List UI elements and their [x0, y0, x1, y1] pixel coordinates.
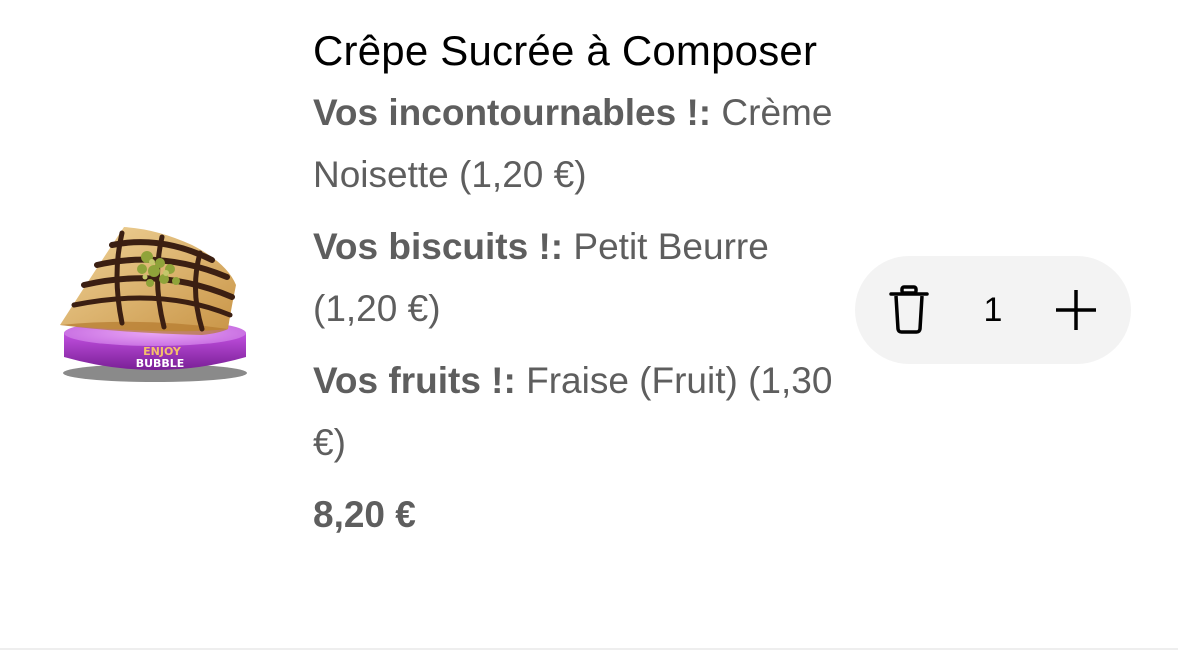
cart-item: ENJOY BUBBLE Crêpe Sucrée à Composer Vos…	[0, 0, 1178, 648]
item-title: Crêpe Sucrée à Composer	[313, 27, 818, 74]
item-divider	[0, 648, 1178, 650]
option-label: Vos incontournables !:	[313, 92, 712, 133]
quantity-stepper: 1	[855, 256, 1131, 364]
option-biscuits: Vos biscuits !: Petit Beurre (1,20 €)	[313, 216, 833, 340]
option-fruits: Vos fruits !: Fraise (Fruit) (1,30 €)	[313, 350, 833, 474]
option-label: Vos fruits !:	[313, 360, 516, 401]
item-details: Crêpe Sucrée à Composer Vos incontournab…	[313, 22, 833, 546]
item-price: 8,20 €	[313, 494, 416, 535]
plate-brand-line2: BUBBLE	[136, 357, 185, 370]
quantity-value: 1	[983, 290, 1003, 329]
option-label: Vos biscuits !:	[313, 226, 564, 267]
delete-button[interactable]	[879, 280, 939, 340]
option-incontournables: Vos incontournables !: Crème Noisette (1…	[313, 82, 833, 206]
product-image: ENJOY BUBBLE	[52, 205, 258, 395]
plus-icon	[1056, 290, 1096, 330]
trash-icon	[889, 285, 929, 334]
crepe-on-plate-image: ENJOY BUBBLE	[60, 227, 247, 382]
increment-button[interactable]	[1046, 280, 1106, 340]
